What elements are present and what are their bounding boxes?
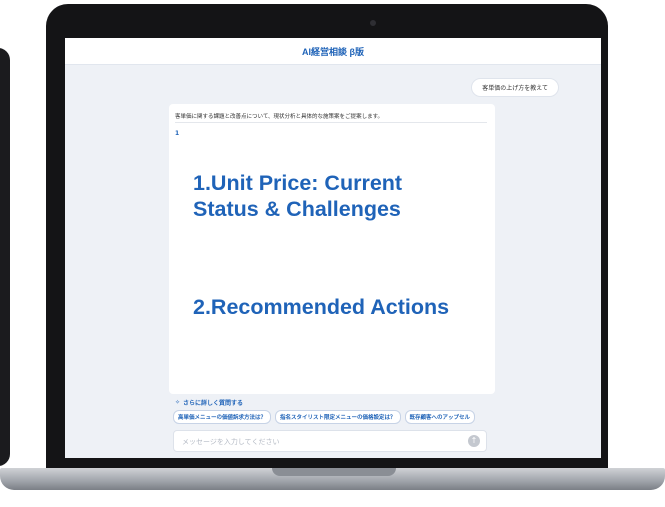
ask-more-text: さらに詳しく質問する [183, 400, 244, 407]
divider [175, 122, 487, 123]
sparkle-icon: ✧ [175, 399, 181, 406]
overlay-heading-current-status: 1.Unit Price: Current Status & Challenge… [193, 171, 403, 221]
response-intro: 客単価に関する課題と改善点について、現状分析と具体的な施策案をご提案します。 [175, 114, 384, 120]
send-arrow-icon[interactable]: ↑ [468, 435, 480, 447]
laptop-screen: AI経営相談 β版 客単価の上げ方を教えて 客単価に関する課題と改善点について、… [65, 38, 601, 458]
suggestion-chip[interactable]: 高単価メニューの価値訴求方法は？ [173, 410, 272, 424]
background-device [0, 48, 10, 466]
obscured-text-fragment: 1 [175, 130, 180, 137]
camera-dot [370, 20, 376, 26]
overlay-heading-recommended-actions: 2.Recommended Actions [193, 295, 450, 319]
user-message-bubble: 客単価の上げ方を教えて [471, 78, 559, 97]
message-input[interactable] [180, 435, 464, 449]
message-composer: ↑ [173, 430, 487, 452]
ask-more-label: ✧ さらに詳しく質問する [175, 398, 243, 407]
assistant-response-card: 客単価に関する課題と改善点について、現状分析と具体的な施策案をご提案します。 1… [169, 104, 495, 394]
app-title: AI経営相談 β版 [302, 46, 364, 57]
app-header: AI経営相談 β版 [65, 38, 601, 65]
laptop-opening-notch [272, 468, 396, 476]
suggestion-chips: 高単価メニューの価値訴求方法は？ 指名スタイリスト限定メニューの価格設定は？ 既… [173, 410, 476, 424]
suggestion-chip[interactable]: 指名スタイリスト限定メニューの価格設定は？ [275, 410, 401, 424]
suggestion-chip[interactable]: 既存顧客へのアップセル [404, 410, 476, 424]
